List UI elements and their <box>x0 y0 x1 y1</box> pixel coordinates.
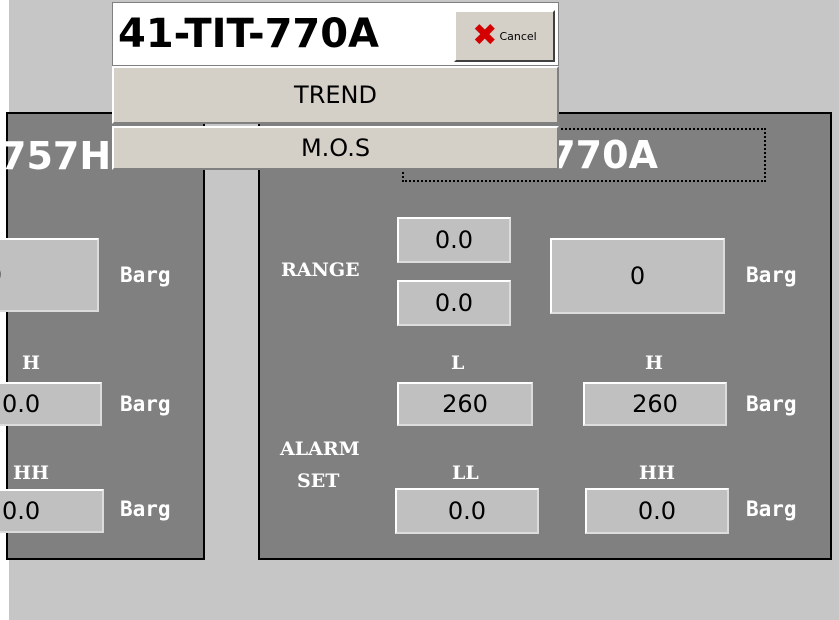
range-low-field[interactable]: 0.0 <box>397 280 511 326</box>
range-label: RANGE <box>281 259 360 281</box>
hh-alarm-field[interactable]: 0.0 <box>585 488 729 534</box>
cancel-button-label: Cancel <box>499 29 537 43</box>
h-alarm-field[interactable]: 260 <box>583 382 727 426</box>
l-label: L <box>451 352 465 374</box>
red-x-icon: ✖ <box>472 18 498 53</box>
ll-label: LL <box>452 462 479 484</box>
left-h-label: H <box>22 352 40 374</box>
range-high-field[interactable]: 0.0 <box>397 217 511 263</box>
left-h-field[interactable]: 0.0 <box>0 382 102 426</box>
hh-unit-label: Barg <box>746 497 797 521</box>
menu-item-trend[interactable]: TREND <box>112 66 559 124</box>
left-pv-field: 0 <box>0 238 99 312</box>
left-hh-field[interactable]: 0.0 <box>0 489 104 533</box>
left-unit-label-hh: Barg <box>120 497 171 521</box>
hh-label: HH <box>639 462 675 484</box>
menu-item-mos[interactable]: M.O.S <box>112 126 559 170</box>
left-hh-label: HH <box>13 462 49 484</box>
cancel-button[interactable]: ✖ Cancel <box>454 10 555 62</box>
left-unit-label: Barg <box>120 263 171 287</box>
pv-unit-label: Barg <box>746 263 797 287</box>
popup-tag-title: 41-TIT-770A <box>118 11 380 57</box>
l-alarm-field[interactable]: 260 <box>397 382 533 426</box>
left-unit-label-h: Barg <box>120 392 171 416</box>
h-label: H <box>645 352 663 374</box>
left-panel-title: 757H <box>0 134 112 178</box>
ll-alarm-field[interactable]: 0.0 <box>395 488 539 534</box>
set-label: SET <box>297 470 340 492</box>
h-unit-label: Barg <box>746 392 797 416</box>
pv-value-field: 0 <box>550 238 725 314</box>
alarm-label: ALARM <box>280 438 360 460</box>
